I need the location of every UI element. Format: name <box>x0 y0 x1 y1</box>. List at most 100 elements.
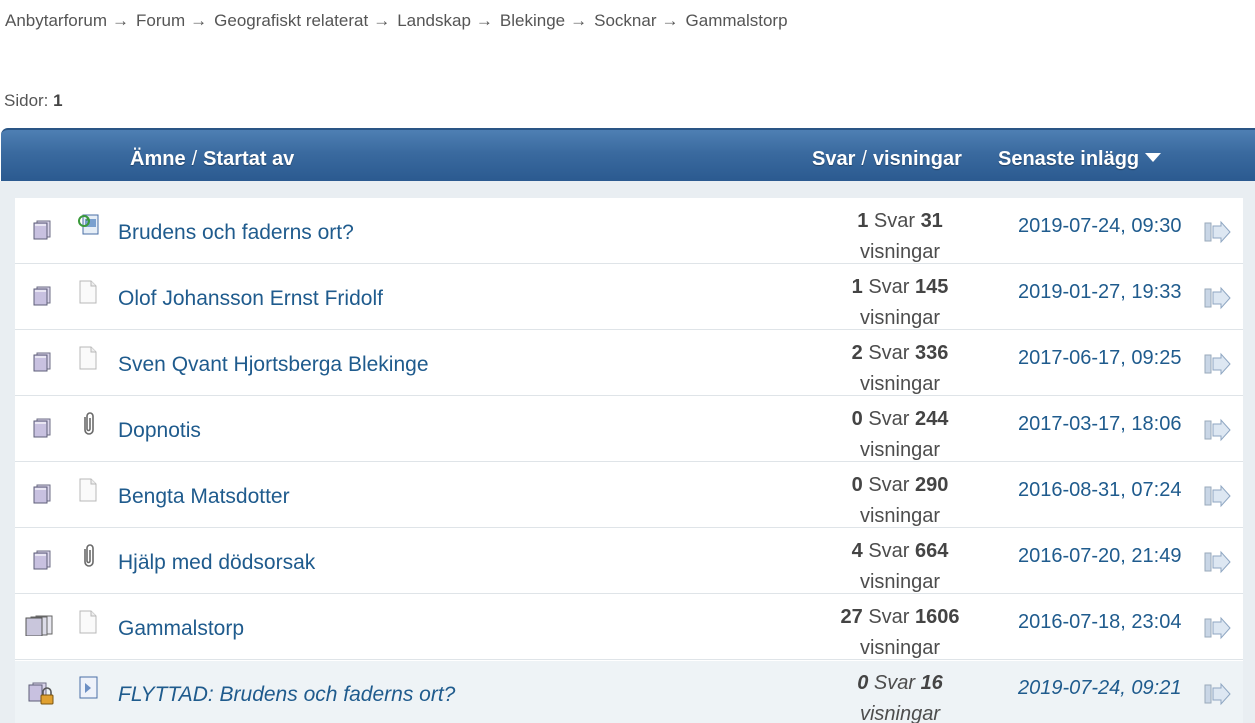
board-icon <box>31 218 53 240</box>
breadcrumb-link[interactable]: Geografiskt relaterat <box>214 11 368 30</box>
reply-label: Svar <box>868 606 910 628</box>
reply-label: Svar <box>868 342 910 364</box>
breadcrumb-separator: → <box>661 11 679 30</box>
go-to-last-post-icon[interactable] <box>1203 616 1231 640</box>
topic-subject-link[interactable]: FLYTTAD: Brudens och faderns ort? <box>118 683 455 707</box>
topic-subject-link[interactable]: Gammalstorp <box>118 617 244 641</box>
topic-row: FLYTTAD: Brudens och faderns ort? 0 Svar … <box>15 660 1243 723</box>
breadcrumb-separator: → <box>112 11 130 30</box>
pagination-label: Sidor: <box>4 91 49 110</box>
breadcrumb-link[interactable]: Anbytarforum <box>5 11 107 30</box>
topic-row: Brudens och faderns ort? 1 Svar 31 visning… <box>15 198 1243 264</box>
topic-list: Brudens och faderns ort? 1 Svar 31 visning… <box>15 198 1243 723</box>
subject-column-header: Ämne / Startat av <box>130 148 295 170</box>
view-label: visningar <box>859 703 941 723</box>
reply-label: Svar <box>868 474 910 496</box>
document-icon <box>77 279 99 305</box>
reply-label: Svar <box>868 408 910 430</box>
breadcrumb-link[interactable]: Landskap <box>397 11 471 30</box>
last-post-date-link[interactable]: 2017-06-17, 09:25 <box>1018 347 1181 370</box>
last-post-date-link[interactable]: 2016-07-18, 23:04 <box>1018 611 1181 634</box>
topic-subject-link[interactable]: Bengta Matsdotter <box>118 485 290 509</box>
view-label: visningar <box>859 505 941 527</box>
view-count: 145 <box>915 276 949 298</box>
go-to-last-post-icon[interactable] <box>1203 286 1231 310</box>
topic-stats: 0 Svar 16 visningar <box>805 668 995 723</box>
breadcrumb-link[interactable]: Gammalstorp <box>686 11 788 30</box>
go-to-last-post-icon[interactable] <box>1203 418 1231 442</box>
view-count: 16 <box>920 672 943 694</box>
board-icon <box>31 284 53 306</box>
last-post-date-link[interactable]: 2016-08-31, 07:24 <box>1018 479 1181 502</box>
topic-subject-link[interactable]: Sven Qvant Hjortsberga Blekinge <box>118 353 429 377</box>
document-icon <box>77 345 99 371</box>
breadcrumb-separator: → <box>570 11 588 30</box>
reply-count: 1 <box>851 276 863 298</box>
last-post-date-link[interactable]: 2019-01-27, 19:33 <box>1018 281 1181 304</box>
go-to-last-post-icon[interactable] <box>1203 682 1231 706</box>
topic-subject-link[interactable]: Olof Johansson Ernst Fridolf <box>118 287 383 311</box>
view-count: 31 <box>920 210 943 232</box>
breadcrumb-link[interactable]: Blekinge <box>500 11 565 30</box>
topic-row: Olof Johansson Ernst Fridolf 1 Svar 145 vi… <box>15 264 1243 330</box>
view-label: visningar <box>859 307 941 329</box>
topic-stats: 0 Svar 290 visningar <box>805 470 995 532</box>
sort-by-subject-link[interactable]: Ämne <box>130 148 186 170</box>
view-count: 336 <box>915 342 949 364</box>
view-count: 290 <box>915 474 949 496</box>
reply-count: 0 <box>851 408 863 430</box>
sort-by-replies-link[interactable]: Svar <box>812 148 855 170</box>
pagination: Sidor: 1 <box>4 91 63 111</box>
reply-label: Svar <box>873 672 915 694</box>
reply-label: Svar <box>868 540 910 562</box>
go-to-last-post-icon[interactable] <box>1203 352 1231 376</box>
last-post-date-link[interactable]: 2016-07-20, 21:49 <box>1018 545 1181 568</box>
breadcrumb-link[interactable]: Forum <box>136 11 185 30</box>
view-count: 1606 <box>915 606 960 628</box>
view-label: visningar <box>859 439 941 461</box>
paperclip-icon <box>77 411 99 437</box>
view-count: 664 <box>915 540 949 562</box>
hot-board-icon <box>24 614 56 637</box>
topic-table-header: Ämne / Startat av Svar / visningar Senaste i… <box>1 128 1255 181</box>
view-count: 244 <box>915 408 949 430</box>
board-icon <box>31 482 53 504</box>
last-post-date-link[interactable]: 2019-07-24, 09:21 <box>1018 677 1181 700</box>
reply-count: 0 <box>857 672 869 694</box>
topic-stats: 1 Svar 145 visningar <box>805 272 995 334</box>
breadcrumb: Anbytarforum → Forum → Geografiskt relaterat… <box>5 11 788 31</box>
view-label: visningar <box>859 637 941 659</box>
pagination-current-page[interactable]: 1 <box>53 91 62 110</box>
topic-row: Gammalstorp 27 Svar 1606 visningar 2016-07-… <box>15 594 1243 660</box>
topic-subject-link[interactable]: Brudens och faderns ort? <box>118 221 354 245</box>
view-label: visningar <box>859 373 941 395</box>
sort-by-last-post-link[interactable]: Senaste inlägg <box>998 148 1162 171</box>
sort-by-views-link[interactable]: visningar <box>873 148 962 170</box>
view-label: visningar <box>859 571 941 593</box>
topic-stats: 4 Svar 664 visningar <box>805 536 995 598</box>
sort-desc-icon <box>1145 153 1162 162</box>
topic-row: Sven Qvant Hjortsberga Blekinge 2 Svar 33… <box>15 330 1243 396</box>
topic-stats: 0 Svar 244 visningar <box>805 404 995 466</box>
reply-count: 4 <box>851 540 863 562</box>
breadcrumb-separator: → <box>190 11 208 30</box>
breadcrumb-separator: → <box>475 11 493 30</box>
topic-subject-link[interactable]: Dopnotis <box>118 419 201 443</box>
reply-count: 27 <box>840 606 863 628</box>
go-to-last-post-icon[interactable] <box>1203 550 1231 574</box>
locked-board-icon <box>24 680 56 705</box>
stats-column-header: Svar / visningar <box>812 148 962 170</box>
topic-table-body: Brudens och faderns ort? 1 Svar 31 visning… <box>0 181 1255 723</box>
recycled-topic-icon <box>77 213 99 239</box>
board-icon <box>31 416 53 438</box>
sort-by-starter-link[interactable]: Startat av <box>203 148 294 170</box>
go-to-last-post-icon[interactable] <box>1203 220 1231 244</box>
reply-count: 1 <box>857 210 869 232</box>
last-post-date-link[interactable]: 2017-03-17, 18:06 <box>1018 413 1181 436</box>
go-to-last-post-icon[interactable] <box>1203 484 1231 508</box>
topic-stats: 27 Svar 1606 visningar <box>805 602 995 664</box>
breadcrumb-link[interactable]: Socknar <box>594 11 656 30</box>
last-post-date-link[interactable]: 2019-07-24, 09:30 <box>1018 215 1181 238</box>
topic-subject-link[interactable]: Hjälp med dödsorsak <box>118 551 315 575</box>
reply-count: 2 <box>851 342 863 364</box>
